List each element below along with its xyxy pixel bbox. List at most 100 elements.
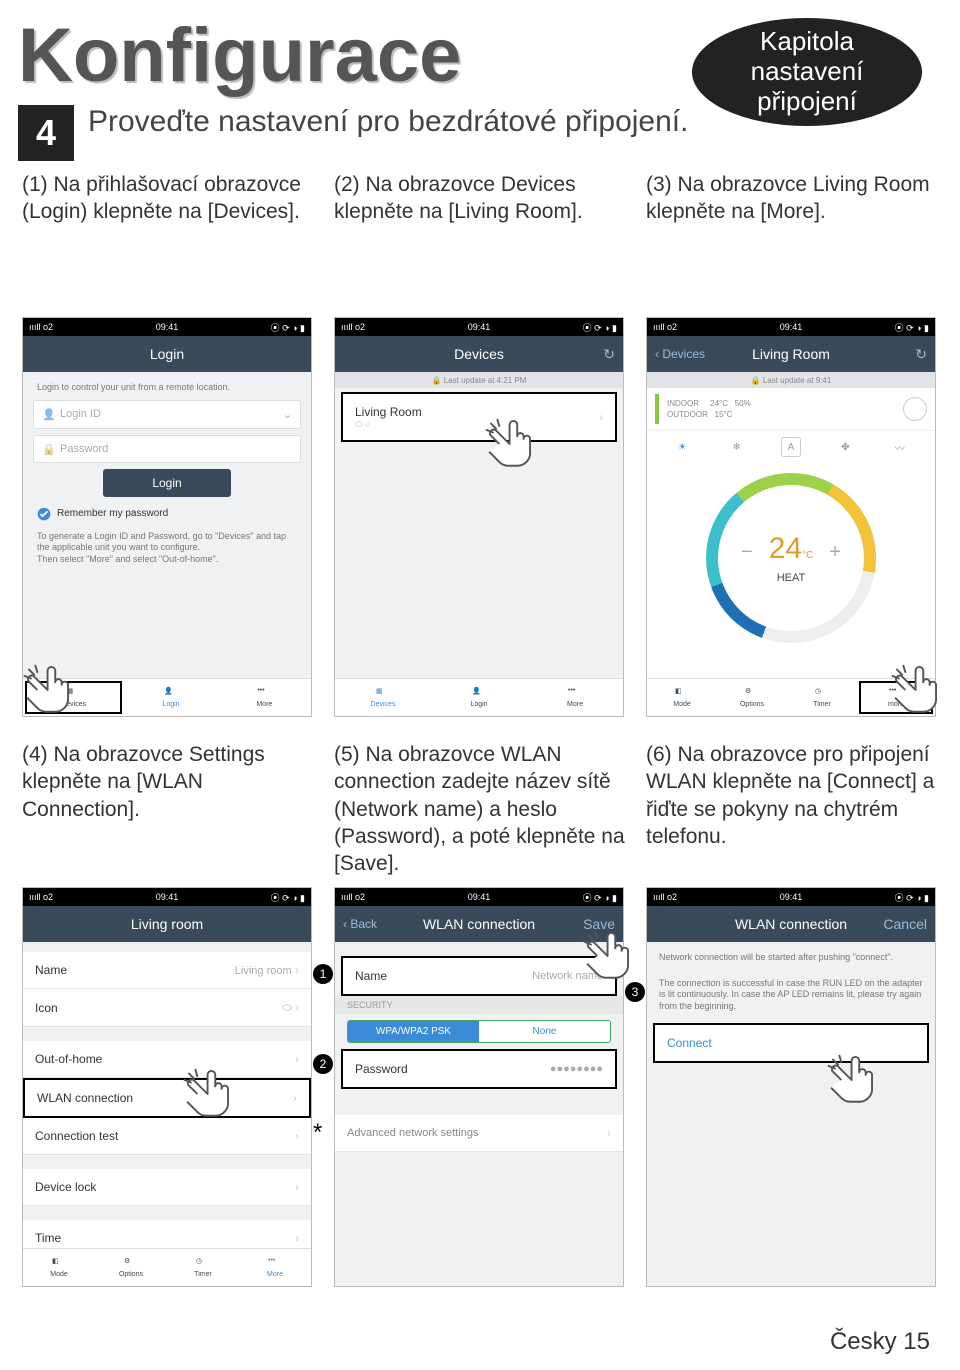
back-button[interactable]: ‹ Back	[343, 917, 377, 931]
navbar-title: Living Room	[752, 346, 830, 362]
row-password[interactable]: Password ●●●●●●●●	[341, 1049, 617, 1089]
row-out-of-home[interactable]: Out-of-home›	[23, 1041, 311, 1078]
refresh-icon[interactable]: ↻	[915, 346, 927, 363]
row-wlan[interactable]: WLAN connection›	[23, 1078, 311, 1118]
phone-wlan-form: ıııll o209:41⦿ ⟳ ◑ ▮ ‹ Back WLAN connect…	[334, 887, 624, 1287]
tab-timer[interactable]: ◷Timer	[167, 1249, 239, 1286]
row-conn-test[interactable]: Connection test›	[23, 1118, 311, 1155]
tap-hand-icon	[573, 924, 637, 988]
tap-hand-icon	[475, 412, 539, 476]
caption-1: (1) Na přihlašovací obrazovce (Login) kl…	[22, 171, 314, 311]
tab-options[interactable]: ⚙Options	[95, 1249, 167, 1286]
back-button[interactable]: ‹ Devices	[655, 347, 705, 361]
tab-more[interactable]: •••More	[218, 679, 311, 716]
cell-6: (6) Na obrazovce pro připojení WLAN klep…	[646, 741, 938, 1287]
refresh-icon[interactable]: ↻	[603, 346, 615, 363]
step-instruction: Proveďte nastavení pro bezdrátové připoj…	[88, 105, 688, 139]
phone-login: ıııll o2 09:41 ⦿ ⟳ ◑ ▮ Login Login to co…	[22, 317, 312, 717]
plus-button[interactable]: +	[813, 541, 857, 563]
caption-5: (5) Na obrazovce WLAN connection zadejte…	[334, 741, 626, 881]
navbar-settings: Living room	[23, 906, 311, 942]
tap-hand-icon	[881, 658, 945, 722]
dots-icon: •••	[257, 687, 271, 701]
lock-icon: 🔒	[42, 443, 54, 455]
chapter-line1: Kapitola	[760, 27, 854, 57]
tab-mode[interactable]: ◧Mode	[647, 679, 717, 716]
caption-3: (3) Na obrazovce Living Room klepněte na…	[646, 171, 938, 311]
navbar-title: WLAN connection	[735, 916, 847, 932]
tab-options[interactable]: ⚙Options	[717, 679, 787, 716]
status-bar: ıııll o2 09:41 ⦿ ⟳ ◑ ▮	[23, 318, 311, 336]
row-device-lock[interactable]: Device lock›	[23, 1169, 311, 1206]
minus-button[interactable]: −	[725, 541, 769, 563]
auto-icon[interactable]: A	[781, 437, 801, 457]
login-id-input[interactable]: 👤 Login ID ⌄	[33, 400, 301, 429]
row-advanced[interactable]: * Advanced network settings›	[335, 1115, 623, 1152]
seg-wpa[interactable]: WPA/WPA2 PSK	[348, 1021, 479, 1042]
navbar-devices: Devices ↻	[335, 336, 623, 372]
power-button[interactable]	[903, 397, 927, 421]
tab-mode[interactable]: ◧Mode	[23, 1249, 95, 1286]
navbar-login: Login	[23, 336, 311, 372]
snow-icon[interactable]: ❄	[727, 437, 747, 457]
chapter-line3: připojení	[757, 87, 857, 117]
cancel-button[interactable]: Cancel	[883, 916, 927, 932]
login-id-placeholder: Login ID	[60, 408, 101, 420]
password-input[interactable]: 🔒 Password	[33, 435, 301, 463]
tab-login[interactable]: 👤Login	[431, 679, 527, 716]
tab-timer[interactable]: ◷Timer	[787, 679, 857, 716]
seg-none[interactable]: None	[479, 1021, 610, 1042]
navbar-wlan-connect: WLAN connection Cancel	[647, 906, 935, 942]
status-bar: ıııll o209:41⦿ ⟳ ◑ ▮	[23, 888, 311, 906]
status-bar: ıııll o209:41⦿ ⟳ ◑ ▮	[647, 318, 935, 336]
bottom-tabs: ▦Devices 👤Login •••More	[335, 678, 623, 716]
status-bar: ıııll o209:41⦿ ⟳ ◑ ▮	[647, 888, 935, 906]
phone-devices: ıııll o209:41⦿ ⟳ ◑ ▮ Devices ↻ 🔒 Last up…	[334, 317, 624, 717]
tap-hand-icon	[13, 658, 77, 722]
tap-hand-icon	[173, 1062, 237, 1126]
tab-login[interactable]: 👤Login	[124, 679, 217, 716]
annotation-1: 1	[313, 964, 333, 984]
grid-icon: ▦	[376, 687, 390, 701]
remember-label: Remember my password	[57, 508, 168, 519]
password-value: ●●●●●●●●	[550, 1063, 603, 1075]
connect-note-1: Network connection will be started after…	[647, 942, 935, 974]
dots-icon: •••	[568, 687, 582, 701]
connect-button[interactable]: Connect	[653, 1023, 929, 1063]
cell-1: (1) Na přihlašovací obrazovce (Login) kl…	[22, 171, 314, 717]
caption-2: (2) Na obrazovce Devices klepněte na [Li…	[334, 171, 626, 311]
fan-icon[interactable]: ✤	[835, 437, 855, 457]
status-indicator	[655, 394, 659, 424]
sun-icon[interactable]: ☀	[672, 437, 692, 457]
navbar-title: Living room	[131, 916, 203, 932]
mode-icon: ◧	[675, 687, 689, 701]
user-icon: 👤	[472, 687, 486, 701]
tab-devices[interactable]: ▦Devices	[335, 679, 431, 716]
tab-more[interactable]: •••More	[527, 679, 623, 716]
temperature-dial[interactable]: −24°C+ HEAT	[706, 473, 876, 643]
wave-icon[interactable]: 〰	[890, 437, 910, 457]
mode-label: HEAT	[777, 572, 806, 584]
user-icon: 👤	[164, 687, 178, 701]
status-bar: ıııll o209:41⦿ ⟳ ◑ ▮	[335, 318, 623, 336]
row-icon[interactable]: Icon⬭ ›	[23, 989, 311, 1027]
page-footer: Česky 15	[830, 1328, 930, 1356]
last-update: 🔒 Last update at 9:41	[647, 372, 935, 388]
chevron-right-icon: ›	[599, 410, 603, 424]
step-number-badge: 4	[18, 105, 74, 161]
annotation-2: 2	[313, 1054, 333, 1074]
password-placeholder: Password	[60, 443, 108, 455]
cell-2: (2) Na obrazovce Devices klepněte na [Li…	[334, 171, 626, 717]
login-button[interactable]: Login	[103, 469, 231, 497]
tab-more[interactable]: •••More	[239, 1249, 311, 1286]
cell-3: (3) Na obrazovce Living Room klepněte na…	[646, 171, 938, 717]
navbar-title: WLAN connection	[423, 916, 535, 932]
chapter-badge: Kapitola nastavení připojení	[692, 18, 922, 126]
security-segment[interactable]: WPA/WPA2 PSK None	[347, 1020, 611, 1043]
check-icon[interactable]	[37, 507, 51, 521]
tap-hand-icon	[817, 1048, 881, 1112]
row-name[interactable]: NameLiving room ›	[23, 952, 311, 989]
login-note: To generate a Login ID and Password, go …	[23, 531, 311, 566]
phone-wlan-connect: ıııll o209:41⦿ ⟳ ◑ ▮ WLAN connection Can…	[646, 887, 936, 1287]
last-update: 🔒 Last update at 4:21 PM	[335, 372, 623, 388]
